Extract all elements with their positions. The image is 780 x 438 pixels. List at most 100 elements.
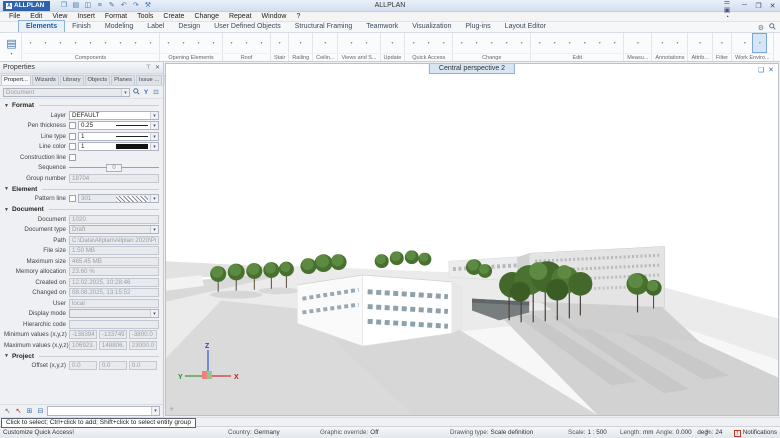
save-icon[interactable]: ◫: [82, 1, 93, 11]
panel-tab[interactable]: Wizards: [32, 75, 59, 85]
ribbon-tab[interactable]: Visualization: [405, 21, 458, 32]
dormer-icon[interactable]: ▾: [254, 33, 269, 53]
status-scale[interactable]: Scale:1 : 500: [568, 427, 607, 438]
slab-icon[interactable]: ▾: [98, 33, 113, 53]
line-color-combobox[interactable]: 1▾: [78, 142, 159, 151]
ribbon-tab[interactable]: Teamwork: [359, 21, 405, 32]
redo-icon[interactable]: ↷: [130, 1, 141, 11]
menu-item[interactable]: Insert: [72, 12, 100, 22]
search-properties-icon[interactable]: [132, 88, 140, 97]
minimize-icon[interactable]: ─: [740, 2, 749, 10]
detach-panel-icon[interactable]: ⊡: [152, 88, 160, 96]
smart-window-icon[interactable]: ▾: [191, 33, 206, 53]
ceiling-icon[interactable]: ▾: [318, 33, 333, 53]
display-mode-combobox[interactable]: ▾: [69, 309, 159, 318]
line-color-checkbox[interactable]: [69, 143, 76, 150]
menu-item[interactable]: Format: [100, 12, 132, 22]
ribbon-tab[interactable]: Elements: [18, 20, 65, 32]
menu-list-icon[interactable]: ☰: [724, 0, 730, 6]
pattern-line-combobox[interactable]: 301▾: [78, 194, 159, 203]
window-opening-icon[interactable]: ▾: [161, 33, 176, 53]
filter-icon[interactable]: ▾: [714, 33, 729, 53]
text-icon[interactable]: ▾: [421, 33, 436, 53]
close-icon[interactable]: ✕: [768, 2, 777, 10]
help-icon[interactable]: ◔: [725, 14, 729, 21]
view-icon[interactable]: ▾: [344, 33, 359, 53]
roof-plane-icon[interactable]: ▾: [224, 33, 239, 53]
shop-cart-icon[interactable]: ▣: [724, 7, 731, 14]
panel-tab[interactable]: Objects: [85, 75, 111, 85]
smart-door-icon[interactable]: ▾: [206, 33, 221, 53]
panel-tab[interactable]: Issue ...: [136, 75, 162, 85]
document-type-combobox[interactable]: Draft▾: [69, 225, 159, 234]
column-icon[interactable]: ▾: [53, 33, 68, 53]
menu-item[interactable]: ?: [291, 12, 305, 22]
panel-tab[interactable]: Library: [60, 75, 84, 85]
section-format[interactable]: ▼ Format: [4, 101, 159, 110]
update-3d-icon[interactable]: ▾: [385, 33, 400, 53]
properties-palette-button[interactable]: ▤ ▾: [2, 33, 22, 61]
attributes-icon[interactable]: ▾: [693, 33, 708, 53]
label-sheet-icon[interactable]: ▾: [670, 33, 685, 53]
sum-function-icon[interactable]: ⊞: [25, 407, 34, 415]
mirror-icon[interactable]: ▾: [577, 33, 592, 53]
section-icon[interactable]: ▾: [359, 33, 374, 53]
settings-gear-icon[interactable]: ⚙: [758, 24, 764, 32]
room-icon[interactable]: ▾: [128, 33, 143, 53]
viewport-tab[interactable]: Central perspective 2: [429, 64, 515, 74]
menu-item[interactable]: Repeat: [224, 12, 257, 22]
plan-view-icon[interactable]: ▾: [737, 33, 752, 53]
smart-part-icon[interactable]: ▾: [143, 33, 158, 53]
stretch-icon[interactable]: ▾: [469, 33, 484, 53]
work-environment-icon[interactable]: ▾: [752, 33, 767, 53]
move-icon[interactable]: ▾: [547, 33, 562, 53]
quick-select-combobox[interactable]: ▾: [47, 406, 160, 416]
undo-icon[interactable]: ↶: [118, 1, 129, 11]
ribbon-tab[interactable]: User Defined Objects: [207, 21, 288, 32]
erase-icon[interactable]: ▾: [454, 33, 469, 53]
status-graphic-override[interactable]: Graphic override:Off: [320, 427, 379, 438]
panel-tab[interactable]: Planes: [111, 75, 135, 85]
strip-foundation-icon[interactable]: ▾: [83, 33, 98, 53]
apply-properties-icon[interactable]: ⊟: [36, 407, 45, 415]
measure-icon[interactable]: ▾: [630, 33, 645, 53]
axis-gizmo[interactable]: Z Y X: [178, 341, 240, 387]
pick-element-icon[interactable]: ↖: [3, 407, 12, 415]
arrange-windows-icon[interactable]: ❐: [58, 1, 69, 11]
section-element[interactable]: ▼ Element: [4, 185, 159, 194]
line-icon[interactable]: ▾: [406, 33, 421, 53]
pen-thickness-checkbox[interactable]: [69, 122, 76, 129]
downstand-beam-icon[interactable]: ▾: [68, 33, 83, 53]
menu-item[interactable]: Change: [189, 12, 224, 22]
pin-icon[interactable]: ⊤: [146, 64, 151, 71]
menu-item[interactable]: Tools: [132, 12, 158, 22]
print-icon[interactable]: ≡: [94, 1, 105, 11]
layer-combobox[interactable]: DEFAULT▾: [69, 111, 159, 120]
allplan-logo[interactable]: A ALLPLAN: [3, 1, 50, 11]
ribbon-tab[interactable]: Finish: [65, 21, 98, 32]
match-icon[interactable]: ✎: [106, 1, 117, 11]
ribbon-tab[interactable]: Structural Framing: [288, 21, 360, 32]
property-target-combobox[interactable]: Document ▾: [3, 88, 130, 97]
dimension-line-icon[interactable]: ▾: [436, 33, 451, 53]
ribbon-tab[interactable]: Label: [140, 21, 171, 32]
filter-properties-icon[interactable]: Y: [142, 89, 150, 96]
status-angle[interactable]: Angle:0.000 deg: [656, 427, 708, 438]
status-length-unit[interactable]: Length:mm: [620, 427, 654, 438]
roof-covering-icon[interactable]: ▾: [239, 33, 254, 53]
line-type-checkbox[interactable]: [69, 133, 76, 140]
sequence-slider[interactable]: 0: [69, 164, 159, 172]
line-type-combobox[interactable]: 1▾: [78, 132, 159, 141]
delete-icon[interactable]: ▾: [607, 33, 622, 53]
viewport-3d[interactable]: Central perspective 2 ❏ ✕ Z Y X ✳: [165, 63, 779, 416]
notifications-button[interactable]: ! Notifications: [734, 427, 777, 438]
railing-icon[interactable]: ▾: [293, 33, 308, 53]
ribbon-tab[interactable]: Design: [171, 21, 207, 32]
door-opening-icon[interactable]: ▾: [176, 33, 191, 53]
chevron-down-icon[interactable]: ▾: [121, 89, 129, 96]
resize-icon[interactable]: ▾: [592, 33, 607, 53]
text-abc-icon[interactable]: ▾: [655, 33, 670, 53]
status-drawing-type[interactable]: Drawing type:Scale definition: [450, 427, 533, 438]
tools-icon[interactable]: ⚒: [142, 1, 153, 11]
search-icon[interactable]: [769, 23, 776, 32]
